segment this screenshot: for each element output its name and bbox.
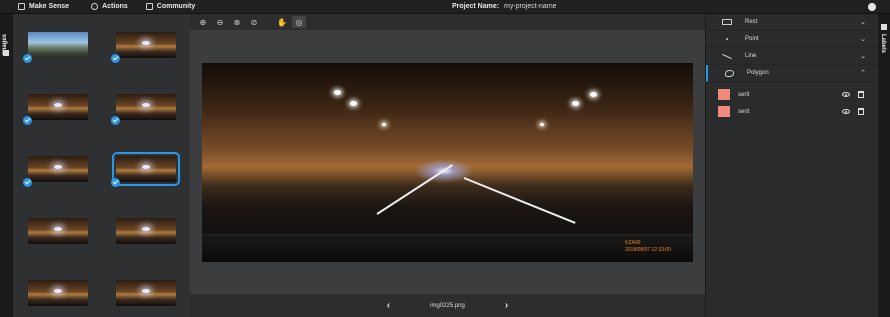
image-navigation: ‹ img0225.png › bbox=[190, 294, 705, 317]
tool-polygon[interactable]: Polygon ⌃ bbox=[706, 65, 878, 82]
tool-point[interactable]: Point ⌄ bbox=[706, 31, 878, 48]
ceiling-lamp bbox=[350, 101, 357, 106]
label-color-swatch[interactable] bbox=[718, 106, 730, 117]
image-thumbnail[interactable] bbox=[116, 280, 176, 306]
image-thumbnail-item[interactable] bbox=[14, 76, 100, 138]
community-menu-label: Community bbox=[156, 3, 196, 10]
image-thumbnail-item[interactable] bbox=[102, 262, 188, 317]
image-thumbnail[interactable] bbox=[28, 32, 88, 58]
checkmark-icon bbox=[111, 116, 120, 125]
image-thumbnail[interactable] bbox=[116, 94, 176, 120]
zoom-fit-icon[interactable]: ⊗ bbox=[230, 16, 244, 28]
label-name[interactable]: serit bbox=[738, 92, 749, 98]
crosshair-icon[interactable]: ◎ bbox=[292, 16, 306, 28]
tool-line-label: Line bbox=[745, 53, 757, 59]
chevron-down-icon[interactable]: ⌄ bbox=[860, 35, 866, 43]
polygon-label-row[interactable]: serit bbox=[706, 86, 878, 103]
community-icon bbox=[145, 3, 153, 10]
zoom-out-icon[interactable]: ⊖ bbox=[213, 16, 227, 28]
github-icon[interactable] bbox=[868, 3, 876, 11]
actions-menu-label: Actions bbox=[102, 3, 128, 10]
ceiling-lamp bbox=[590, 92, 597, 97]
image-thumbnail[interactable] bbox=[116, 32, 176, 58]
zoom-in-icon[interactable]: ⊕ bbox=[196, 16, 210, 28]
image-filename: img0225.png bbox=[430, 302, 465, 309]
image-thumbnail-item[interactable] bbox=[102, 200, 188, 262]
project-name-input[interactable]: my-project-name bbox=[504, 3, 557, 10]
app-name: Make Sense bbox=[29, 3, 70, 10]
gear-cluster-icon bbox=[91, 3, 99, 10]
next-image-button[interactable]: › bbox=[505, 300, 508, 311]
top-navigation-bar: Make Sense Actions Community Project Nam… bbox=[0, 0, 890, 14]
trash-icon[interactable] bbox=[858, 108, 864, 115]
hand-icon[interactable]: ✋ bbox=[275, 16, 289, 28]
chevron-down-icon[interactable]: ⌄ bbox=[860, 52, 866, 60]
image-canvas[interactable]: KZA00 2018/08/07 12:33:00 bbox=[202, 63, 693, 262]
app-window: Make Sense Actions Community Project Nam… bbox=[0, 0, 890, 317]
tunnel-image bbox=[202, 63, 693, 262]
labels-panel: Rect ⌄ Point ⌄ Line ⌄ Polygon ⌃ serit ser… bbox=[705, 14, 878, 317]
tool-point-label: Point bbox=[745, 36, 759, 42]
labels-side-tab[interactable]: Labels bbox=[878, 14, 890, 317]
label-color-swatch[interactable] bbox=[718, 89, 730, 100]
point-icon bbox=[726, 38, 728, 40]
tool-rect-label: Rect bbox=[745, 19, 758, 25]
image-thumbnail[interactable] bbox=[28, 156, 88, 182]
polygon-icon bbox=[724, 69, 734, 77]
image-thumbnail-item[interactable] bbox=[102, 14, 188, 76]
tool-rect[interactable]: Rect ⌄ bbox=[706, 14, 878, 31]
image-thumbnail[interactable] bbox=[116, 218, 176, 244]
line-icon bbox=[722, 53, 732, 59]
camera-timestamp: KZA00 2018/08/07 12:33:00 bbox=[625, 240, 671, 254]
camera-id: KZA00 bbox=[625, 240, 641, 246]
editor-area: ⊕ ⊖ ⊗ ⊘ ✋ ◎ KZA00 2018/08/07 12:33:00 ‹ img02… bbox=[190, 14, 705, 317]
ceiling-lamp bbox=[540, 123, 544, 126]
community-menu[interactable]: Community bbox=[145, 3, 196, 10]
checkmark-icon bbox=[23, 178, 32, 187]
polygon-label-row[interactable]: serit bbox=[706, 103, 878, 120]
image-thumbnail-item[interactable] bbox=[14, 262, 100, 317]
image-thumbnail-item[interactable] bbox=[14, 138, 100, 200]
image-thumbnail-item[interactable] bbox=[102, 76, 188, 138]
rect-icon bbox=[722, 19, 732, 25]
image-thumbnail[interactable] bbox=[112, 152, 180, 186]
image-thumbnail[interactable] bbox=[28, 94, 88, 120]
eye-icon[interactable] bbox=[842, 92, 850, 97]
label-name[interactable]: serit bbox=[738, 109, 749, 115]
checkmark-icon bbox=[111, 178, 120, 187]
checkmark-icon bbox=[23, 54, 32, 63]
car-dashboard bbox=[202, 234, 693, 262]
camera-datetime: 2018/08/07 12:33:00 bbox=[625, 247, 671, 253]
polygon-label-list: serit serit bbox=[706, 82, 878, 120]
zoom-max-icon[interactable]: ⊘ bbox=[247, 16, 261, 28]
labels-tab-icon bbox=[881, 24, 887, 30]
eye-icon[interactable] bbox=[842, 109, 850, 114]
checkmark-icon bbox=[111, 54, 120, 63]
ceiling-lamp bbox=[382, 123, 386, 126]
image-thumbnail[interactable] bbox=[28, 218, 88, 244]
project-name-area: Project Name: my-project-name bbox=[452, 3, 557, 10]
ceiling-lamp bbox=[572, 101, 579, 106]
actions-menu[interactable]: Actions bbox=[91, 3, 128, 10]
images-side-tab[interactable]: Images bbox=[0, 14, 13, 317]
image-thumbnail-item[interactable] bbox=[14, 14, 100, 76]
project-name-label: Project Name: bbox=[452, 3, 500, 10]
logo-icon bbox=[18, 3, 25, 10]
images-tab-icon bbox=[3, 50, 9, 56]
editor-toolbar: ⊕ ⊖ ⊗ ⊘ ✋ ◎ bbox=[190, 14, 705, 30]
image-thumbnail-item[interactable] bbox=[14, 200, 100, 262]
ceiling-lamp bbox=[334, 90, 341, 95]
image-thumbnail-item[interactable] bbox=[102, 138, 188, 200]
labels-tab-label: Labels bbox=[880, 34, 886, 54]
chevron-up-icon[interactable]: ⌃ bbox=[860, 69, 866, 77]
image-thumbnail[interactable] bbox=[28, 280, 88, 306]
previous-image-button[interactable]: ‹ bbox=[387, 300, 390, 311]
app-brand[interactable]: Make Sense bbox=[18, 3, 69, 10]
tool-line[interactable]: Line ⌄ bbox=[706, 48, 878, 65]
trash-icon[interactable] bbox=[858, 91, 864, 98]
image-list[interactable] bbox=[14, 14, 190, 317]
tool-polygon-label: Polygon bbox=[747, 70, 769, 76]
checkmark-icon bbox=[23, 116, 32, 125]
chevron-down-icon[interactable]: ⌄ bbox=[860, 18, 866, 26]
